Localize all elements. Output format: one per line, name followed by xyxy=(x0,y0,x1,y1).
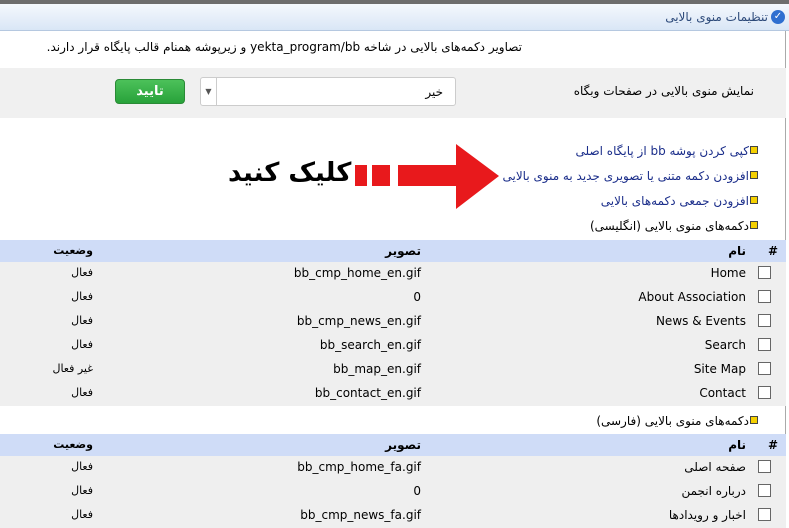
row-image: bb_cmp_home_fa.gif xyxy=(297,460,421,474)
row-status: فعال xyxy=(71,338,93,351)
row-status: فعال xyxy=(71,266,93,279)
table-row: Search bb_search_en.gif فعال xyxy=(0,334,786,358)
table-header: # نام تصویر وضعیت xyxy=(0,240,786,262)
col-name: نام xyxy=(728,244,746,258)
row-name[interactable]: About Association xyxy=(638,290,746,304)
row-name[interactable]: صفحه اصلی xyxy=(684,460,746,474)
row-image: bb_cmp_home_en.gif xyxy=(293,266,421,280)
row-status: غیر فعال xyxy=(52,362,93,375)
row-checkbox[interactable] xyxy=(758,386,771,399)
row-name[interactable]: اخبار و رویدادها xyxy=(669,508,746,522)
settings-form: نمایش منوی بالایی در صفحات وبگاه ▼ خیر ت… xyxy=(0,68,786,118)
row-image: 0 xyxy=(413,484,421,498)
table-row: Site Map bb_map_en.gif غیر فعال xyxy=(0,358,786,382)
row-name[interactable]: Search xyxy=(705,338,746,352)
row-checkbox[interactable] xyxy=(758,314,771,327)
col-image: تصویر xyxy=(385,438,421,452)
row-checkbox[interactable] xyxy=(758,484,771,497)
panel-title: تنظیمات منوی بالایی xyxy=(665,10,768,24)
row-image: bb_map_en.gif xyxy=(333,362,421,376)
table-row: About Association 0 فعال xyxy=(0,286,786,310)
row-name[interactable]: News & Events xyxy=(656,314,746,328)
row-checkbox[interactable] xyxy=(758,338,771,351)
row-checkbox[interactable] xyxy=(758,290,771,303)
row-checkbox[interactable] xyxy=(758,508,771,521)
panel-title-bar: ✓ تنظیمات منوی بالایی xyxy=(0,4,789,31)
row-checkbox[interactable] xyxy=(758,460,771,473)
row-checkbox[interactable] xyxy=(758,362,771,375)
row-checkbox[interactable] xyxy=(758,266,771,279)
list-item: دکمه‌های منوی بالایی (انگلیسی) xyxy=(0,213,789,238)
description-text: تصاویر دکمه‌های بالایی در شاخه yekta_pro… xyxy=(46,40,522,54)
bullet-icon xyxy=(750,146,758,154)
row-status: فعال xyxy=(71,508,93,521)
row-status: فعال xyxy=(71,314,93,327)
click-here-annotation: کلیک کنید xyxy=(228,158,352,188)
table-row: درباره انجمن 0 فعال xyxy=(0,480,786,504)
table-row: Contact bb_contact_en.gif فعال xyxy=(0,382,786,406)
submit-button[interactable]: تایید xyxy=(115,79,185,104)
col-status: وضعیت xyxy=(53,438,93,451)
show-menu-label: نمایش منوی بالایی در صفحات وبگاه xyxy=(573,84,754,98)
add-button-link[interactable]: افزودن دکمه متنی یا تصویری جدید به منوی … xyxy=(502,169,749,183)
col-image: تصویر xyxy=(385,244,421,258)
table-row: Home bb_cmp_home_en.gif فعال xyxy=(0,262,786,286)
arrow-icon xyxy=(355,144,499,209)
persian-section-heading: دکمه‌های منوی بالایی (فارسی) xyxy=(596,413,749,428)
bulk-add-link[interactable]: افزودن جمعی دکمه‌های بالایی xyxy=(601,194,749,208)
select-value: خیر xyxy=(425,85,443,99)
table-row: صفحه اصلی bb_cmp_home_fa.gif فعال xyxy=(0,456,786,480)
row-image: 0 xyxy=(413,290,421,304)
bullet-icon xyxy=(750,221,758,229)
bullet-icon xyxy=(750,171,758,179)
copy-bb-folder-link[interactable]: کپی کردن پوشه bb از پایگاه اصلی xyxy=(575,144,749,158)
check-badge-icon: ✓ xyxy=(771,10,785,24)
show-menu-select[interactable]: ▼ خیر xyxy=(200,77,456,106)
row-image: bb_cmp_news_en.gif xyxy=(296,314,421,328)
row-name[interactable]: Site Map xyxy=(694,362,746,376)
english-section-heading: دکمه‌های منوی بالایی (انگلیسی) xyxy=(589,218,749,233)
row-image: bb_contact_en.gif xyxy=(314,386,421,400)
col-hash: # xyxy=(767,438,778,452)
col-hash: # xyxy=(767,244,778,258)
row-name[interactable]: Contact xyxy=(699,386,746,400)
row-name[interactable]: درباره انجمن xyxy=(681,484,746,498)
row-status: فعال xyxy=(71,290,93,303)
bullet-icon xyxy=(750,196,758,204)
row-status: فعال xyxy=(71,460,93,473)
col-status: وضعیت xyxy=(53,244,93,257)
row-status: فعال xyxy=(71,386,93,399)
row-status: فعال xyxy=(71,484,93,497)
table-row: News & Events bb_cmp_news_en.gif فعال xyxy=(0,310,786,334)
table-row: اخبار و رویدادها bb_cmp_news_fa.gif فعال xyxy=(0,504,786,528)
chevron-down-icon: ▼ xyxy=(201,78,217,105)
row-image: bb_cmp_news_fa.gif xyxy=(300,508,421,522)
row-image: bb_search_en.gif xyxy=(319,338,421,352)
red-arrow-annotation xyxy=(355,144,500,213)
col-name: نام xyxy=(728,438,746,452)
row-name[interactable]: Home xyxy=(711,266,746,280)
bullet-icon xyxy=(750,416,758,424)
table-header: # نام تصویر وضعیت xyxy=(0,434,786,456)
list-item: دکمه‌های منوی بالایی (فارسی) xyxy=(0,408,789,434)
